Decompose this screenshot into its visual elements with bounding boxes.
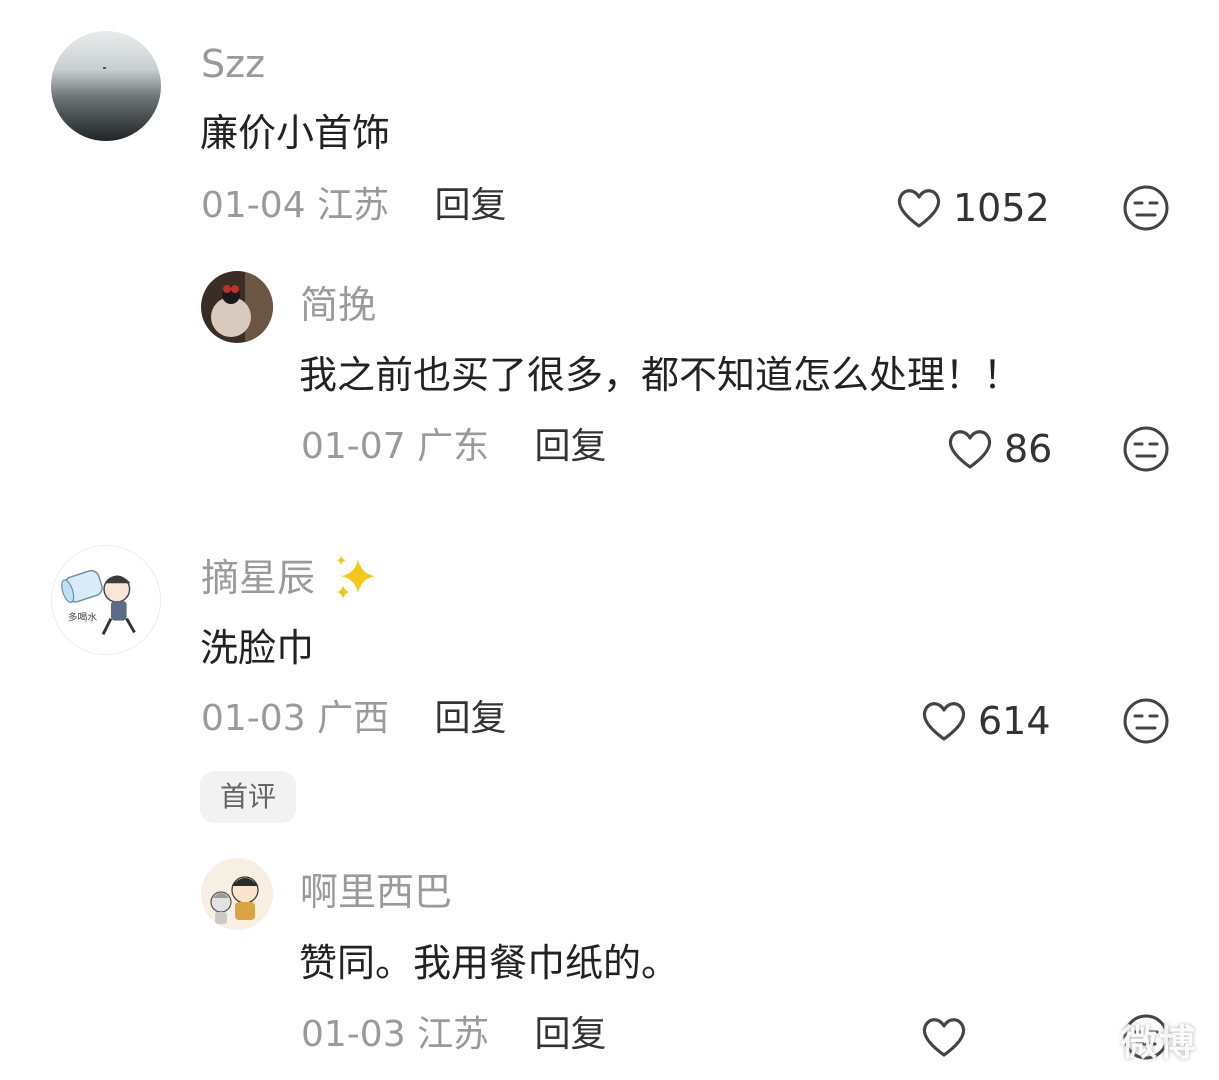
comment-text: 赞同。我用餐巾纸的。 xyxy=(299,941,680,985)
heart-icon xyxy=(948,430,992,469)
dislike-button[interactable] xyxy=(1121,696,1171,746)
comment-text: 我之前也买了很多，都不知道怎么处理！！ xyxy=(299,353,1022,397)
comment-meta: 01-03 江苏 回复 xyxy=(301,1013,607,1057)
comment-location: 江苏 xyxy=(317,185,390,226)
comment-location: 江苏 xyxy=(417,1014,490,1055)
username[interactable]: Szz xyxy=(201,42,265,86)
reply-button[interactable]: 回复 xyxy=(435,185,507,226)
avatar[interactable] xyxy=(201,858,273,930)
heart-icon xyxy=(897,189,941,228)
reply-button[interactable]: 回复 xyxy=(535,1014,607,1055)
meh-face-icon xyxy=(1123,426,1169,472)
heart-icon xyxy=(922,1018,966,1057)
meh-face-icon xyxy=(1123,698,1169,744)
like-button[interactable]: 614 xyxy=(920,696,1051,746)
username[interactable]: 啊里西巴 xyxy=(300,870,452,914)
heart-icon xyxy=(922,702,966,741)
avatar[interactable] xyxy=(51,31,161,141)
meh-face-icon xyxy=(1123,185,1169,231)
like-count: 86 xyxy=(1004,427,1053,471)
avatar-label: 多喝水 xyxy=(68,611,98,624)
comment-location: 广西 xyxy=(317,698,390,739)
comment-location: 广东 xyxy=(417,426,490,467)
like-button[interactable] xyxy=(920,1012,978,1062)
comment-date: 01-07 xyxy=(301,426,406,467)
like-count: 1052 xyxy=(953,186,1050,230)
avatar[interactable]: 多喝水 xyxy=(51,545,161,655)
username[interactable]: 简挽 xyxy=(300,283,376,327)
reply-button[interactable]: 回复 xyxy=(435,698,507,739)
comment-date: 01-03 xyxy=(201,698,306,739)
comment-date: 01-03 xyxy=(301,1014,406,1055)
username[interactable]: 摘星辰 xyxy=(201,556,315,600)
comment-text: 廉价小首饰 xyxy=(200,111,391,155)
first-comment-badge: 首评 xyxy=(200,771,297,823)
reply-button[interactable]: 回复 xyxy=(535,426,607,467)
comment-date: 01-04 xyxy=(201,185,306,226)
like-button[interactable]: 86 xyxy=(946,424,1052,474)
dislike-button[interactable] xyxy=(1121,424,1171,474)
like-count: 614 xyxy=(978,699,1051,743)
comment-meta: 01-03 广西 回复 xyxy=(201,697,507,741)
like-button[interactable]: 1052 xyxy=(895,183,1050,233)
comment-text: 洗脸巾 xyxy=(200,626,315,670)
dislike-button[interactable] xyxy=(1121,183,1171,233)
watermark: 微博 xyxy=(1120,1023,1197,1064)
sparkles-icon xyxy=(336,555,375,599)
comment-meta: 01-07 广东 回复 xyxy=(301,425,607,469)
comment-meta: 01-04 江苏 回复 xyxy=(201,184,507,228)
avatar[interactable] xyxy=(201,271,273,343)
